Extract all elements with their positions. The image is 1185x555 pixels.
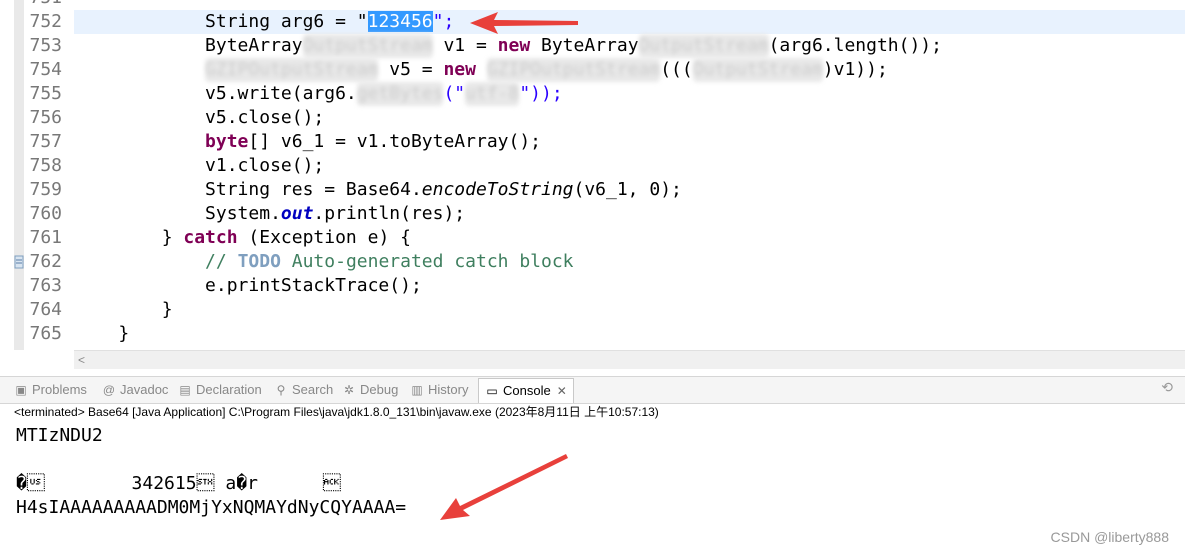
console-line: � 342615 a�r  — [16, 473, 341, 494]
line-number: 762 — [29, 251, 62, 272]
code-line[interactable]: 751 — [0, 0, 1185, 10]
declaration-icon: ▤ — [179, 383, 191, 397]
redacted-text: OutputStream — [692, 58, 823, 82]
search-icon: ⚲ — [276, 383, 286, 397]
code-line[interactable]: 756 v5.close(); — [0, 106, 1185, 130]
line-number: 763 — [29, 275, 62, 296]
tab-debug[interactable]: ✲ Debug — [342, 380, 398, 400]
view-tab-bar: ▣ Problems @ Javadoc ▤ Declaration ⚲ Search … — [0, 376, 1185, 404]
red-arrow-annotation — [470, 12, 578, 34]
red-arrow-annotation — [440, 454, 568, 520]
tab-javadoc[interactable]: @ Javadoc — [102, 380, 169, 400]
console-icon: ▭ — [486, 384, 498, 398]
redacted-text: GZIPOutputStream — [205, 58, 379, 82]
console-output[interactable]: MTIzNDU2 � 342615 a�r  H4sIAAAAAAAAADM0M… — [16, 424, 406, 520]
code-line[interactable]: 761 } catch (Exception e) { — [0, 226, 1185, 250]
scroll-left-icon[interactable]: < — [78, 351, 85, 369]
tab-declaration[interactable]: ▤ Declaration — [178, 380, 261, 400]
line-number: 760 — [29, 203, 62, 224]
code-line[interactable]: 753 ByteArrayOutputStream v1 = new ByteA… — [0, 34, 1185, 58]
tab-problems[interactable]: ▣ Problems — [14, 380, 87, 400]
redacted-text: utf-8 — [465, 82, 520, 106]
redacted-text: GZIPOutputStream — [486, 58, 661, 82]
line-number: 764 — [29, 299, 62, 320]
line-number: 752 — [29, 11, 62, 32]
tab-console[interactable]: ▭ Console ✕ — [478, 378, 574, 403]
code-line[interactable]: 765 } — [0, 322, 1185, 346]
tab-history[interactable]: ▥ History — [410, 380, 468, 400]
close-icon[interactable]: ✕ — [557, 381, 567, 401]
horizontal-scrollbar[interactable]: < — [74, 350, 1185, 369]
pin-icon[interactable]: ⟲ — [1161, 379, 1173, 396]
redacted-text: getBytes — [356, 82, 444, 106]
tab-search[interactable]: ⚲ Search — [274, 380, 334, 400]
console-line: MTIzNDU2 — [16, 425, 103, 446]
line-number: 753 — [29, 35, 62, 56]
redacted-text: OutputStream — [302, 34, 433, 58]
code-line[interactable]: 755 v5.write(arg6.getBytes("utf-8")); — [0, 82, 1185, 106]
code-line[interactable]: 759 String res = Base64.encodeToString(v… — [0, 178, 1185, 202]
code-editor[interactable]: 751 752 String arg6 = "123456"; 753 Byte… — [0, 0, 1185, 350]
problems-icon: ▣ — [15, 383, 27, 397]
line-number: 755 — [29, 83, 62, 104]
redacted-text: OutputStream — [638, 34, 769, 58]
code-line[interactable]: 763 e.printStackTrace(); — [0, 274, 1185, 298]
line-number: 751 — [24, 0, 62, 10]
code-line[interactable]: 758 v1.close(); — [0, 154, 1185, 178]
console-line: H4sIAAAAAAAAADM0MjYxNQMAYdNyCQYAAAA= — [16, 497, 407, 518]
line-number: 765 — [29, 323, 62, 344]
task-marker-icon[interactable] — [14, 252, 24, 272]
bug-icon: ✲ — [343, 383, 355, 397]
selected-text: 123456 — [367, 11, 433, 32]
code-line[interactable]: 754 GZIPOutputStream v5 = new GZIPOutput… — [0, 58, 1185, 82]
code-line[interactable]: 752 String arg6 = "123456"; — [0, 10, 1185, 34]
watermark: CSDN @liberty888 — [1050, 529, 1169, 545]
line-number: 754 — [29, 59, 62, 80]
line-number: 757 — [29, 131, 62, 152]
history-icon: ▥ — [411, 383, 423, 397]
code-line[interactable]: 760 System.out.println(res); — [0, 202, 1185, 226]
code-line[interactable]: 757 byte[] v6_1 = v1.toByteArray(); — [0, 130, 1185, 154]
code-line[interactable]: 762 // TODO Auto-generated catch block — [0, 250, 1185, 274]
line-number: 756 — [29, 107, 62, 128]
line-number: 761 — [29, 227, 62, 248]
line-number: 758 — [29, 155, 62, 176]
console-status: <terminated> Base64 [Java Application] C… — [14, 405, 659, 419]
at-icon: @ — [102, 383, 116, 397]
code-line[interactable]: 764 } — [0, 298, 1185, 322]
line-number: 759 — [29, 179, 62, 200]
